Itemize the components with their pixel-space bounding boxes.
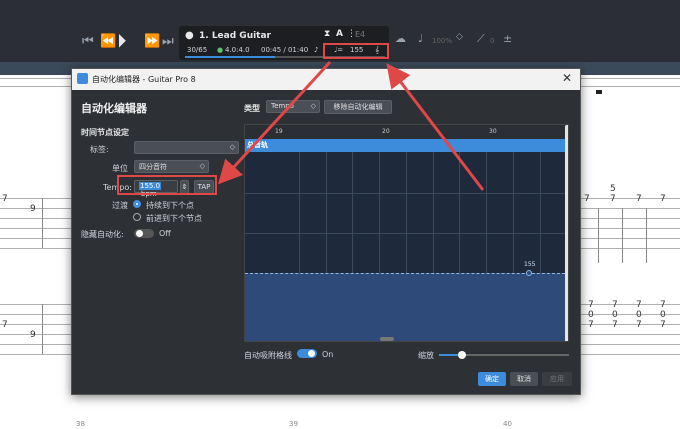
callout-arrow-left xyxy=(217,60,332,185)
callout-arrows xyxy=(217,60,485,191)
callout-arrow-right xyxy=(386,63,485,191)
